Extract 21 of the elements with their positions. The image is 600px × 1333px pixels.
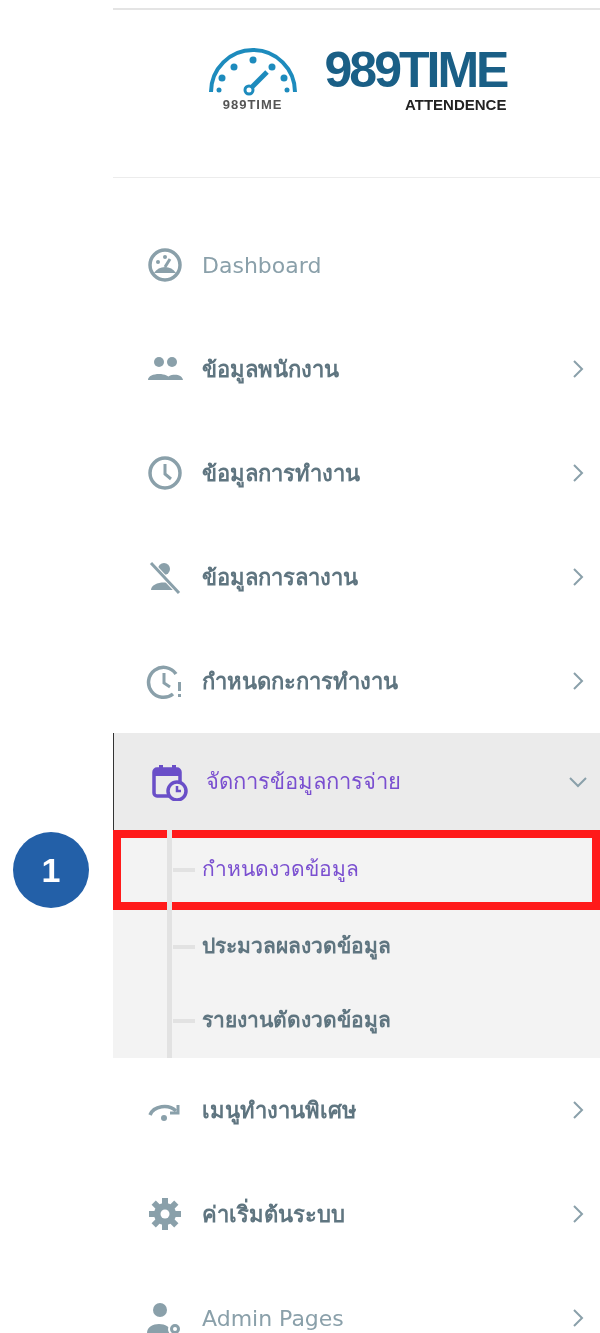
calendar-clock-icon (150, 762, 188, 801)
menu-item[interactable]: ค่าเริ่มต้นระบบ (113, 1162, 600, 1266)
logo-title: 989TIME (324, 45, 507, 95)
gear-icon (146, 1195, 184, 1233)
menu-item[interactable]: Admin Pages (113, 1266, 600, 1333)
menu-item[interactable]: Dashboard (113, 213, 600, 317)
menu-item[interactable]: กำหนดกะการทำงาน (113, 629, 600, 733)
menu-item[interactable]: ข้อมูลการทำงาน (113, 421, 600, 525)
submenu-item[interactable]: ประมวลผลงวดข้อมูล (113, 910, 600, 984)
submenu-item[interactable]: กำหนดงวดข้อมูล (202, 854, 359, 886)
gauge-icon (146, 246, 184, 284)
menu-item[interactable]: เมนูทำงานพิเศษ (113, 1058, 600, 1162)
logo-caption: 989TIME (222, 98, 283, 111)
logo-subtitle: ATTENDENCE (405, 97, 507, 112)
submenu-item[interactable]: รายงานตัดงวดข้อมูล (113, 984, 600, 1058)
clock-icon (146, 454, 184, 492)
menu-item[interactable]: ข้อมูลพนักงาน (113, 317, 600, 421)
gauge-logo-icon (206, 46, 299, 98)
menu-item[interactable]: ข้อมูลการลางาน (113, 525, 600, 629)
menu-item[interactable]: จัดการข้อมูลการจ่าย (113, 733, 600, 830)
step-number-badge: 1 (13, 832, 89, 908)
